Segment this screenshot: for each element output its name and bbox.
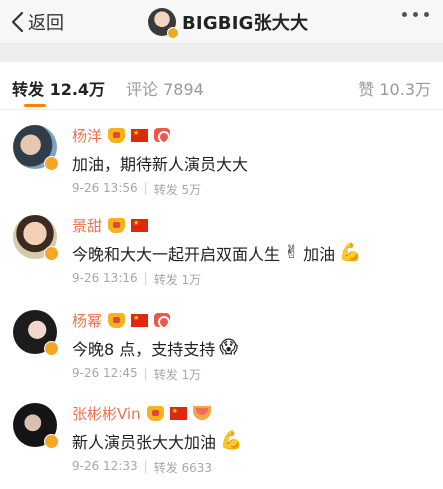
melon-badge-icon — [192, 406, 211, 420]
timestamp: 9-26 12:45 — [72, 366, 138, 380]
chevron-left-icon — [11, 11, 24, 33]
repost-item[interactable]: 张彬彬Vin 新人演员张大大加油 💪 9-26 12:33 | 转发 6633 — [0, 393, 443, 483]
verified-badge-icon — [44, 341, 59, 356]
victory-hand-icon: ✌ — [284, 242, 300, 263]
repost-count: 转发 6633 — [153, 461, 213, 475]
meta-separator: | — [143, 271, 148, 285]
back-button[interactable]: 返回 — [10, 10, 64, 34]
username[interactable]: 张彬彬Vin — [72, 403, 141, 424]
meta-separator: | — [143, 459, 148, 473]
verified-badge-icon — [167, 27, 179, 39]
verified-badge-icon — [44, 246, 59, 261]
active-tab-indicator — [24, 104, 46, 107]
timestamp: 9-26 13:16 — [72, 271, 138, 285]
verified-badge-icon — [44, 156, 59, 171]
heart-badge-icon — [154, 313, 171, 327]
china-flag-icon — [131, 312, 149, 327]
username[interactable]: 杨幂 — [72, 310, 102, 331]
crown-icon — [108, 312, 126, 328]
crown-icon — [108, 127, 126, 143]
repost-text-main: 新人演员张大大加油 — [72, 433, 217, 452]
tab-reposts[interactable]: 转发 12.4万 — [12, 76, 105, 100]
avatar[interactable] — [13, 125, 59, 171]
repost-meta: 9-26 12:33 | 转发 6633 — [72, 459, 212, 476]
repost-text: 今晚8 点，支持支持 😱 — [72, 336, 238, 360]
repost-text-main: 加油，期待新人演员大大 — [72, 155, 249, 174]
username[interactable]: 杨洋 — [72, 125, 102, 146]
repost-count: 转发 1万 — [153, 273, 202, 287]
more-options-icon[interactable] — [402, 12, 429, 17]
page-title: BIGBIG张大大 — [182, 13, 309, 34]
meta-separator: | — [143, 366, 148, 380]
avatar — [148, 8, 179, 39]
verified-badge-icon — [44, 434, 59, 449]
avatar[interactable] — [13, 403, 59, 449]
repost-item[interactable]: 杨幂 今晚8 点，支持支持 😱 9-26 12:45 | 转发 1万 — [0, 300, 443, 390]
repost-meta: 9-26 13:56 | 转发 5万 — [72, 181, 201, 198]
repost-meta: 9-26 12:45 | 转发 1万 — [72, 366, 201, 383]
timestamp: 9-26 12:33 — [72, 459, 138, 473]
repost-count: 转发 5万 — [153, 183, 202, 197]
repost-text-main: 今晚8 点，支持支持 — [72, 340, 216, 359]
repost-text: 加油，期待新人演员大大 — [72, 151, 248, 175]
repost-text: 新人演员张大大加油 💪 — [72, 429, 242, 453]
navigation-bar: 返回 BIGBIG张大大 — [0, 0, 443, 44]
repost-item[interactable]: 杨洋 加油，期待新人演员大大 9-26 13:56 | 转发 5万 — [0, 115, 443, 205]
name-line: 景甜 — [72, 215, 149, 236]
china-flag-icon — [131, 217, 149, 232]
china-flag-icon — [169, 405, 187, 420]
section-divider — [0, 44, 443, 62]
timestamp: 9-26 13:56 — [72, 181, 138, 195]
repost-text-tail: 加油 — [303, 245, 336, 264]
crown-icon — [108, 217, 126, 233]
crown-icon — [146, 405, 164, 421]
avatar[interactable] — [13, 215, 59, 261]
repost-item[interactable]: 景甜 今晚和大大一起开启双面人生 ✌ 加油 💪 9-26 13:16 | 转发 … — [0, 205, 443, 295]
name-line: 杨幂 — [72, 310, 171, 331]
flexed-biceps-icon: 💪 — [339, 242, 362, 263]
name-line: 杨洋 — [72, 125, 171, 146]
tab-comments[interactable]: 评论 7894 — [126, 76, 204, 100]
heart-badge-icon — [154, 128, 171, 142]
repost-count: 转发 1万 — [153, 368, 202, 382]
tab-bar: 转发 12.4万 评论 7894 赞 10.3万 — [0, 62, 443, 110]
username[interactable]: 景甜 — [72, 215, 102, 236]
back-label: 返回 — [28, 13, 64, 34]
tab-likes[interactable]: 赞 10.3万 — [358, 76, 431, 100]
flexed-biceps-icon: 💪 — [220, 430, 243, 451]
name-line: 张彬彬Vin — [72, 403, 211, 423]
page-title-group: BIGBIG张大大 — [148, 7, 309, 39]
repost-meta: 9-26 13:16 | 转发 1万 — [72, 271, 201, 288]
china-flag-icon — [131, 127, 149, 142]
repost-text-main: 今晚和大大一起开启双面人生 — [72, 245, 281, 264]
avatar[interactable] — [13, 310, 59, 356]
screaming-face-icon: 😱 — [219, 337, 239, 358]
repost-text: 今晚和大大一起开启双面人生 ✌ 加油 💪 — [72, 241, 362, 265]
meta-separator: | — [143, 181, 148, 195]
